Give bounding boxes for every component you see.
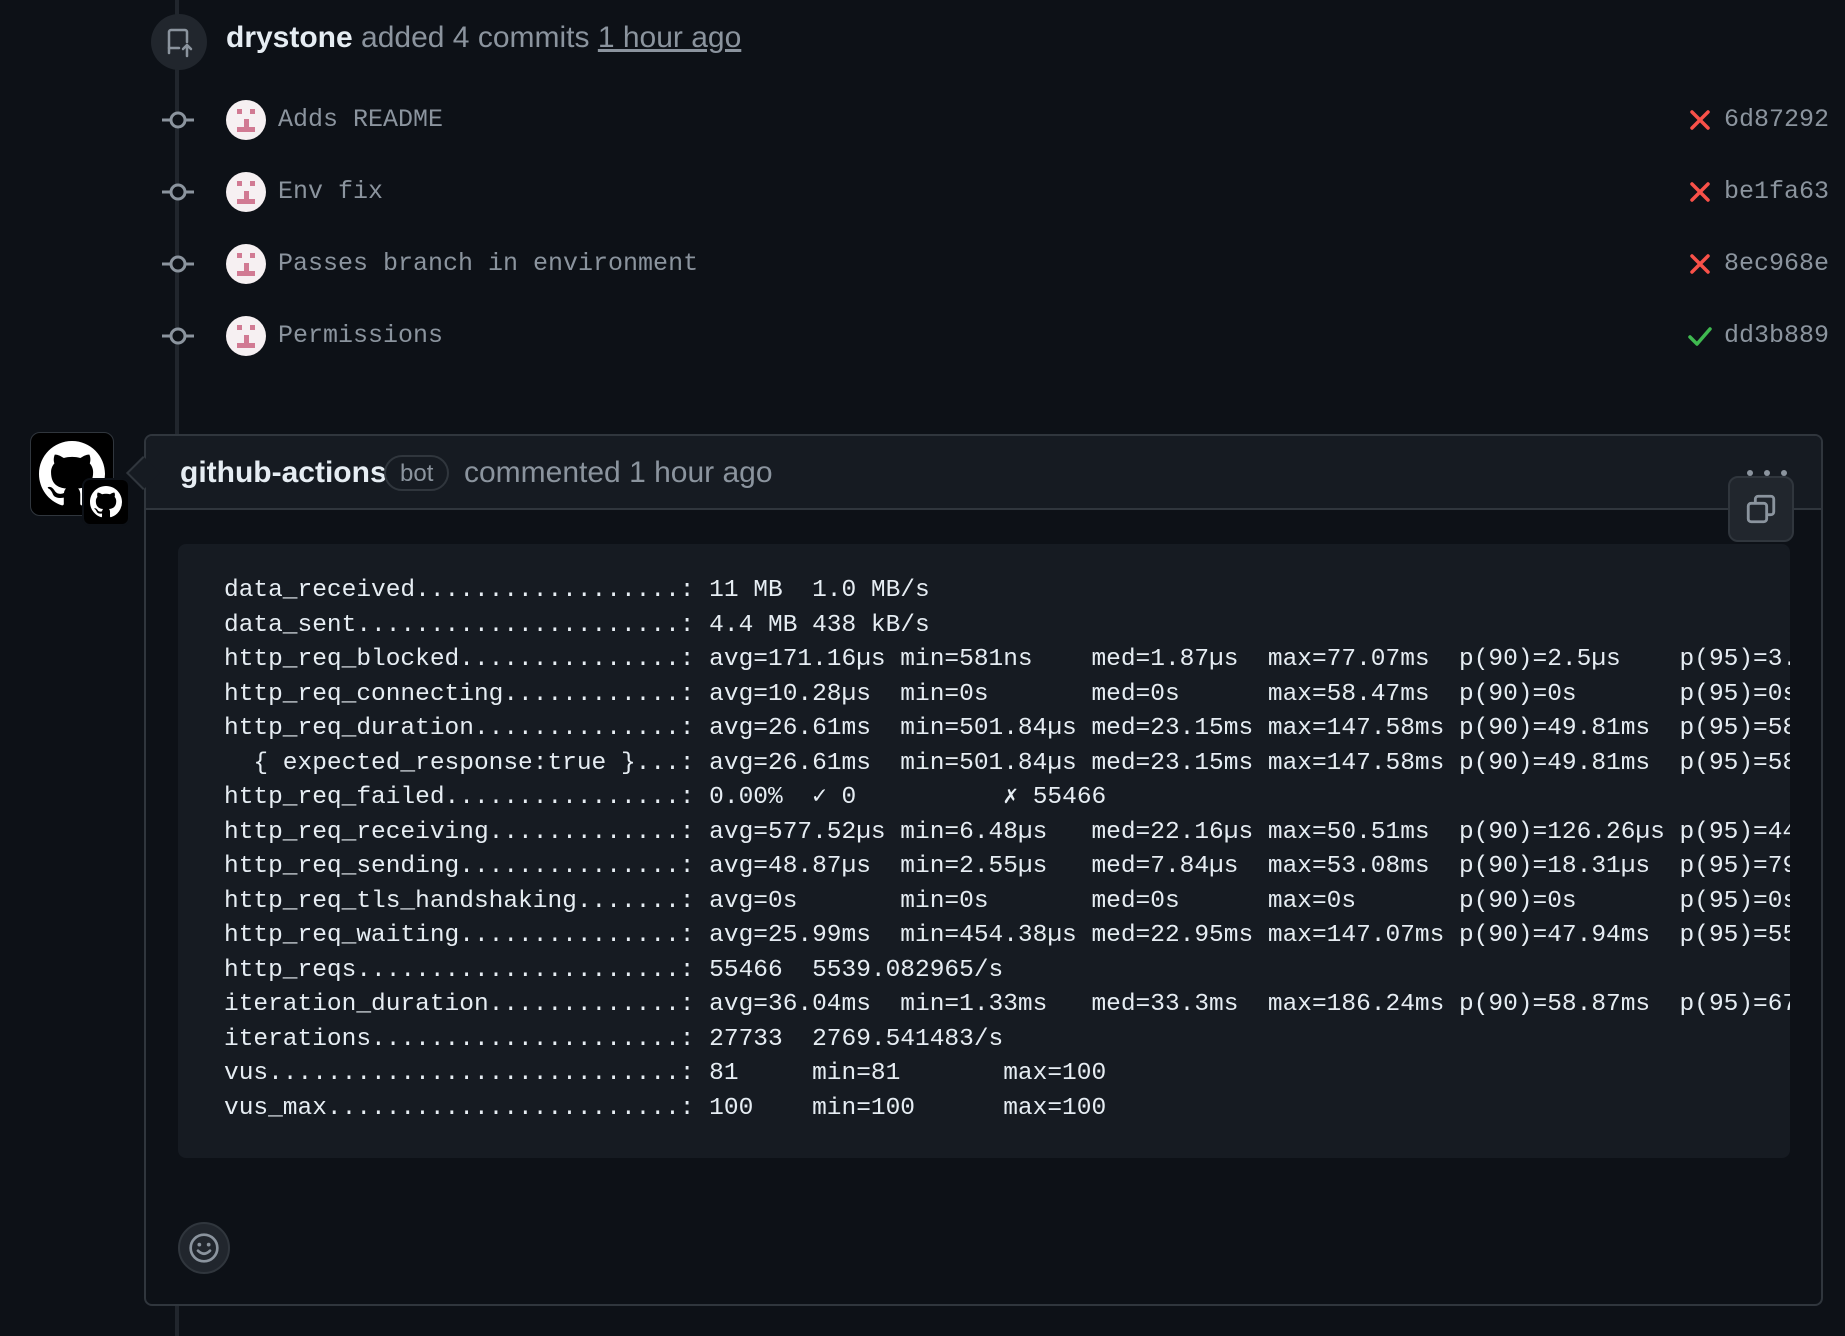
code-line: http_req_blocked...............: avg=171…: [224, 646, 1790, 673]
commit-row: Passes branch in environment 8ec968e: [0, 234, 1845, 294]
code-line: http_req_failed................: 0.00% ✓…: [224, 784, 1107, 811]
comment-box: github-actions bot commented 1 hour ago …: [144, 434, 1823, 1306]
code-line: http_req_tls_handshaking.......: avg=0s …: [224, 887, 1790, 915]
commit-author-avatar[interactable]: [226, 172, 266, 212]
code-line: { expected_response:true }...: avg=26.61…: [224, 749, 1790, 777]
commit-sha-link[interactable]: dd3b889: [1724, 318, 1829, 354]
git-commit-icon: [160, 177, 196, 207]
copy-button[interactable]: [1728, 476, 1794, 542]
commit-author-avatar[interactable]: [226, 316, 266, 356]
commit-author-avatar[interactable]: [226, 100, 266, 140]
code-line: http_reqs......................: 55466 5…: [224, 956, 1004, 984]
commit-sha-link[interactable]: be1fa63: [1724, 174, 1829, 210]
code-line: http_req_sending...............: avg=48.…: [224, 853, 1790, 880]
push-event-summary: drystone added 4 commits 1 hour ago: [226, 18, 741, 58]
code-line: data_sent......................: 4.4 MB …: [224, 611, 930, 639]
commit-message-link[interactable]: Permissions: [278, 318, 443, 354]
code-line: http_req_receiving.............: avg=577…: [224, 818, 1790, 846]
push-time-link[interactable]: 1 hour ago: [598, 21, 741, 54]
code-block: data_received..................: 11 MB 1…: [178, 544, 1790, 1158]
x-icon[interactable]: [1686, 106, 1714, 134]
code-line: http_req_waiting...............: avg=25.…: [224, 922, 1790, 949]
add-reaction-button[interactable]: [178, 1222, 230, 1274]
code-line: http_req_connecting............: avg=10.…: [224, 680, 1790, 708]
git-commit-icon: [160, 105, 196, 135]
push-author-link[interactable]: drystone: [226, 21, 353, 54]
comment-author-link[interactable]: github-actions: [180, 453, 387, 493]
push-action-text: added 4 commits: [361, 21, 590, 54]
github-app-badge-icon: [82, 478, 130, 526]
git-commit-icon: [160, 249, 196, 279]
code-line: http_req_duration..............: avg=26.…: [224, 715, 1790, 742]
commit-row: Adds README 6d87292: [0, 90, 1845, 150]
commit-row: Env fix be1fa63: [0, 162, 1845, 222]
bot-badge: bot: [384, 455, 450, 491]
code-line: data_received..................: 11 MB 1…: [224, 577, 930, 604]
commit-message-link[interactable]: Adds README: [278, 102, 443, 138]
code-line: vus_max........................: 100 min…: [224, 1094, 1107, 1122]
commit-sha-link[interactable]: 6d87292: [1724, 102, 1829, 138]
k6-results-output: data_received..................: 11 MB 1…: [224, 574, 1790, 1126]
x-icon[interactable]: [1686, 250, 1714, 278]
code-line: vus............................: 81 min=…: [224, 1060, 1107, 1087]
comment-timestamp: commented 1 hour ago: [464, 456, 773, 489]
commit-message-link[interactable]: Env fix: [278, 174, 383, 210]
repo-push-icon: [151, 14, 207, 70]
git-commit-icon: [160, 321, 196, 351]
check-icon[interactable]: [1686, 322, 1714, 350]
commit-author-avatar[interactable]: [226, 244, 266, 284]
commit-sha-link[interactable]: 8ec968e: [1724, 246, 1829, 282]
code-line: iteration_duration.............: avg=36.…: [224, 991, 1790, 1018]
comment-header: github-actions bot commented 1 hour ago: [146, 436, 1821, 510]
copy-icon: [1746, 494, 1776, 524]
x-icon[interactable]: [1686, 178, 1714, 206]
commit-row: Permissions dd3b889: [0, 306, 1845, 366]
commit-message-link[interactable]: Passes branch in environment: [278, 246, 698, 282]
code-line: iterations.....................: 27733 2…: [224, 1025, 1004, 1053]
smiley-icon: [189, 1233, 219, 1263]
